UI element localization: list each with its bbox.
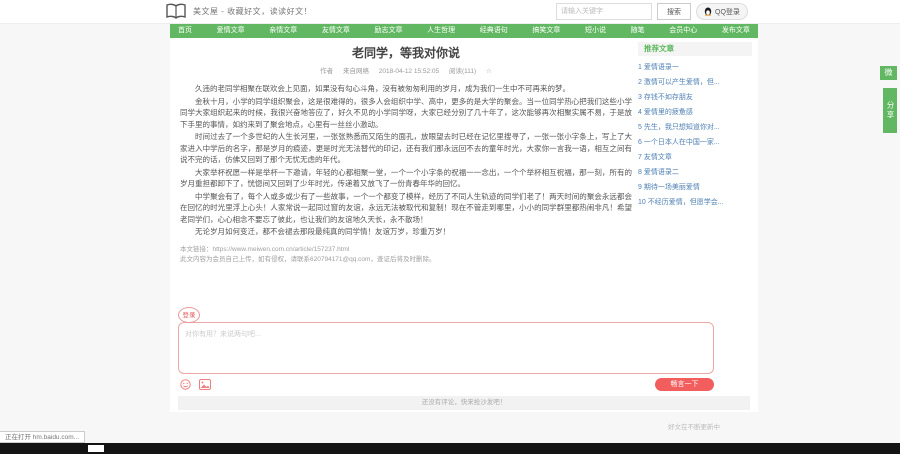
taskbar-item[interactable] — [88, 445, 104, 452]
comment-toolbar — [180, 379, 211, 390]
emoticon-icon[interactable] — [180, 379, 191, 390]
article-permalink[interactable]: 本文链接：https://www.meiwen.com.cn/article/1… — [180, 245, 632, 255]
comment-login-button[interactable]: 登录 — [178, 307, 200, 323]
nav-item-8[interactable]: 搞笑文章 — [524, 24, 568, 38]
sidebar-article-link[interactable]: 1 爱情语录一 — [638, 60, 752, 75]
search-input[interactable] — [556, 3, 652, 20]
meta-read-count: 阅读(111) — [448, 68, 477, 75]
article-paragraph: 大家举杯祝愿一样是举杯一下邀请，年轻的心都相聚一堂，一个一个小字条的祝福一一念出… — [180, 167, 632, 189]
favorite-star-icon[interactable]: ☆ — [486, 68, 492, 75]
nav-item-3[interactable]: 亲情文章 — [261, 24, 305, 38]
sidebar-article-link[interactable]: 9 期待一场美丽爱情 — [638, 180, 752, 195]
meta-author-label: 作者 — [320, 68, 334, 75]
nav-item-6[interactable]: 人生哲理 — [419, 24, 463, 38]
article-meta: 作者 来自网络 2018-04-12 15:52:05 阅读(111) ☆ — [180, 65, 632, 75]
site-logo[interactable]: 美文屋 - 收藏好文，读读好文！ — [165, 3, 312, 20]
meta-source: 来自网络 — [342, 68, 369, 75]
article-paragraph: 中学聚会有了，每个人或多或少有了一些故事，一个一个都变了模样，经历了不同人生轨迹… — [180, 191, 632, 224]
sidebar-article-link[interactable]: 2 激情可以产生爱情，但... — [638, 75, 752, 90]
nav-item-12[interactable]: 发布文章 — [714, 24, 758, 38]
nav-item-10[interactable]: 随笔 — [623, 24, 653, 38]
footer-slogan: 好文在不断更新中 — [668, 424, 720, 431]
sidebar-article-link[interactable]: 4 爱情里的疲惫感 — [638, 105, 752, 120]
main-nav: 首页 爱情文章 亲情文章 友情文章 励志文章 人生哲理 经典语句 搞笑文章 短小说 随笔 会员中心发… — [170, 24, 758, 38]
content-card: 老同学，等我对你说 作者 来自网络 2018-04-12 15:52:05 阅读… — [170, 38, 758, 412]
article-body: 久违的老同学相聚在联欢会上见面，如果没有勾心斗角，没有被匆匆利用的岁月，成为我们… — [180, 83, 632, 238]
nav-item-2[interactable]: 爱情文章 — [209, 24, 253, 38]
nav-item-7[interactable]: 经典语句 — [472, 24, 516, 38]
article-paragraph: 久违的老同学相聚在联欢会上见面，如果没有勾心斗角，没有被匆匆利用的岁月，成为我们… — [195, 84, 570, 93]
meta-date: 2018-04-12 15:52:05 — [378, 68, 440, 75]
logo-tagline: 美文屋 - 收藏好文，读读好文！ — [193, 7, 313, 16]
header-search-area: 搜索 QQ登录 — [556, 3, 748, 20]
article-paragraph: 金秋十月，小学的同学组织聚会，这是很难得的，很多人会组织中学、高中，更多的是大学… — [180, 96, 632, 129]
comment-submit-button[interactable]: 畅言一下 — [655, 378, 714, 391]
comment-textarea[interactable] — [178, 322, 714, 374]
sidebar-article-list: 1 爱情语录一 2 激情可以产生爱情，但... 3 存钱不如存朋友 4 爱情里的疲惫感… — [638, 60, 752, 210]
insert-image-icon[interactable] — [199, 379, 211, 390]
sidebar-title: 推荐文章 — [638, 42, 752, 56]
search-button[interactable]: 搜索 — [657, 3, 691, 20]
nav-item-11[interactable]: 会员中心 — [661, 24, 705, 38]
sidebar-article-link[interactable]: 5 先生，我只想知道你对... — [638, 120, 752, 135]
share-wechat-icon[interactable]: 微 — [880, 66, 897, 80]
browser-status-tooltip: 正在打开 hm.baidu.com... — [0, 431, 86, 443]
article: 老同学，等我对你说 作者 来自网络 2018-04-12 15:52:05 阅读… — [180, 44, 632, 265]
no-comments-banner: 还没有评论，快来抢沙发吧！ — [178, 396, 750, 410]
nav-item-1[interactable]: 首页 — [170, 24, 200, 38]
book-logo-icon — [166, 3, 186, 19]
article-title: 老同学，等我对你说 — [351, 46, 460, 60]
recommend-sidebar: 推荐文章 1 爱情语录一 2 激情可以产生爱情，但... 3 存钱不如存朋友 4 爱情… — [638, 42, 752, 210]
sidebar-article-link[interactable]: 8 爱情语录二 — [638, 165, 752, 180]
sidebar-article-link[interactable]: 10 不经历爱情，但愿学会... — [638, 195, 752, 210]
nav-item-4[interactable]: 友情文章 — [314, 24, 358, 38]
sidebar-article-link[interactable]: 6 一个日本人在中国一家... — [638, 135, 752, 150]
qq-penguin-icon — [704, 7, 712, 16]
site-header: 美文屋 - 收藏好文，读读好文！ 搜索 QQ登录 — [0, 0, 900, 24]
share-vertical-button[interactable]: 分享 — [883, 88, 897, 133]
article-paragraph: 时间过去了一个多世纪的人生长河里，一张张熟悉而又陌生的面孔，放眼望去时已经在记忆… — [180, 132, 632, 164]
qq-login-button[interactable]: QQ登录 — [696, 3, 748, 20]
qq-login-label: QQ登录 — [715, 8, 740, 16]
taskbar[interactable] — [0, 443, 900, 454]
article-paragraph: 无论岁月如何变迁，都不会褪去那段最纯真的同学情！友谊万岁，珍重万岁！ — [195, 227, 450, 236]
nav-item-5[interactable]: 励志文章 — [367, 24, 411, 38]
article-disclaimer: 此文内容为会员自己上传，如有侵权，请联系620794171@qq.com，查证后… — [180, 255, 436, 263]
nav-item-9[interactable]: 短小说 — [577, 24, 614, 38]
sidebar-article-link[interactable]: 7 友情文章 — [638, 150, 752, 165]
sidebar-article-link[interactable]: 3 存钱不如存朋友 — [638, 90, 752, 105]
